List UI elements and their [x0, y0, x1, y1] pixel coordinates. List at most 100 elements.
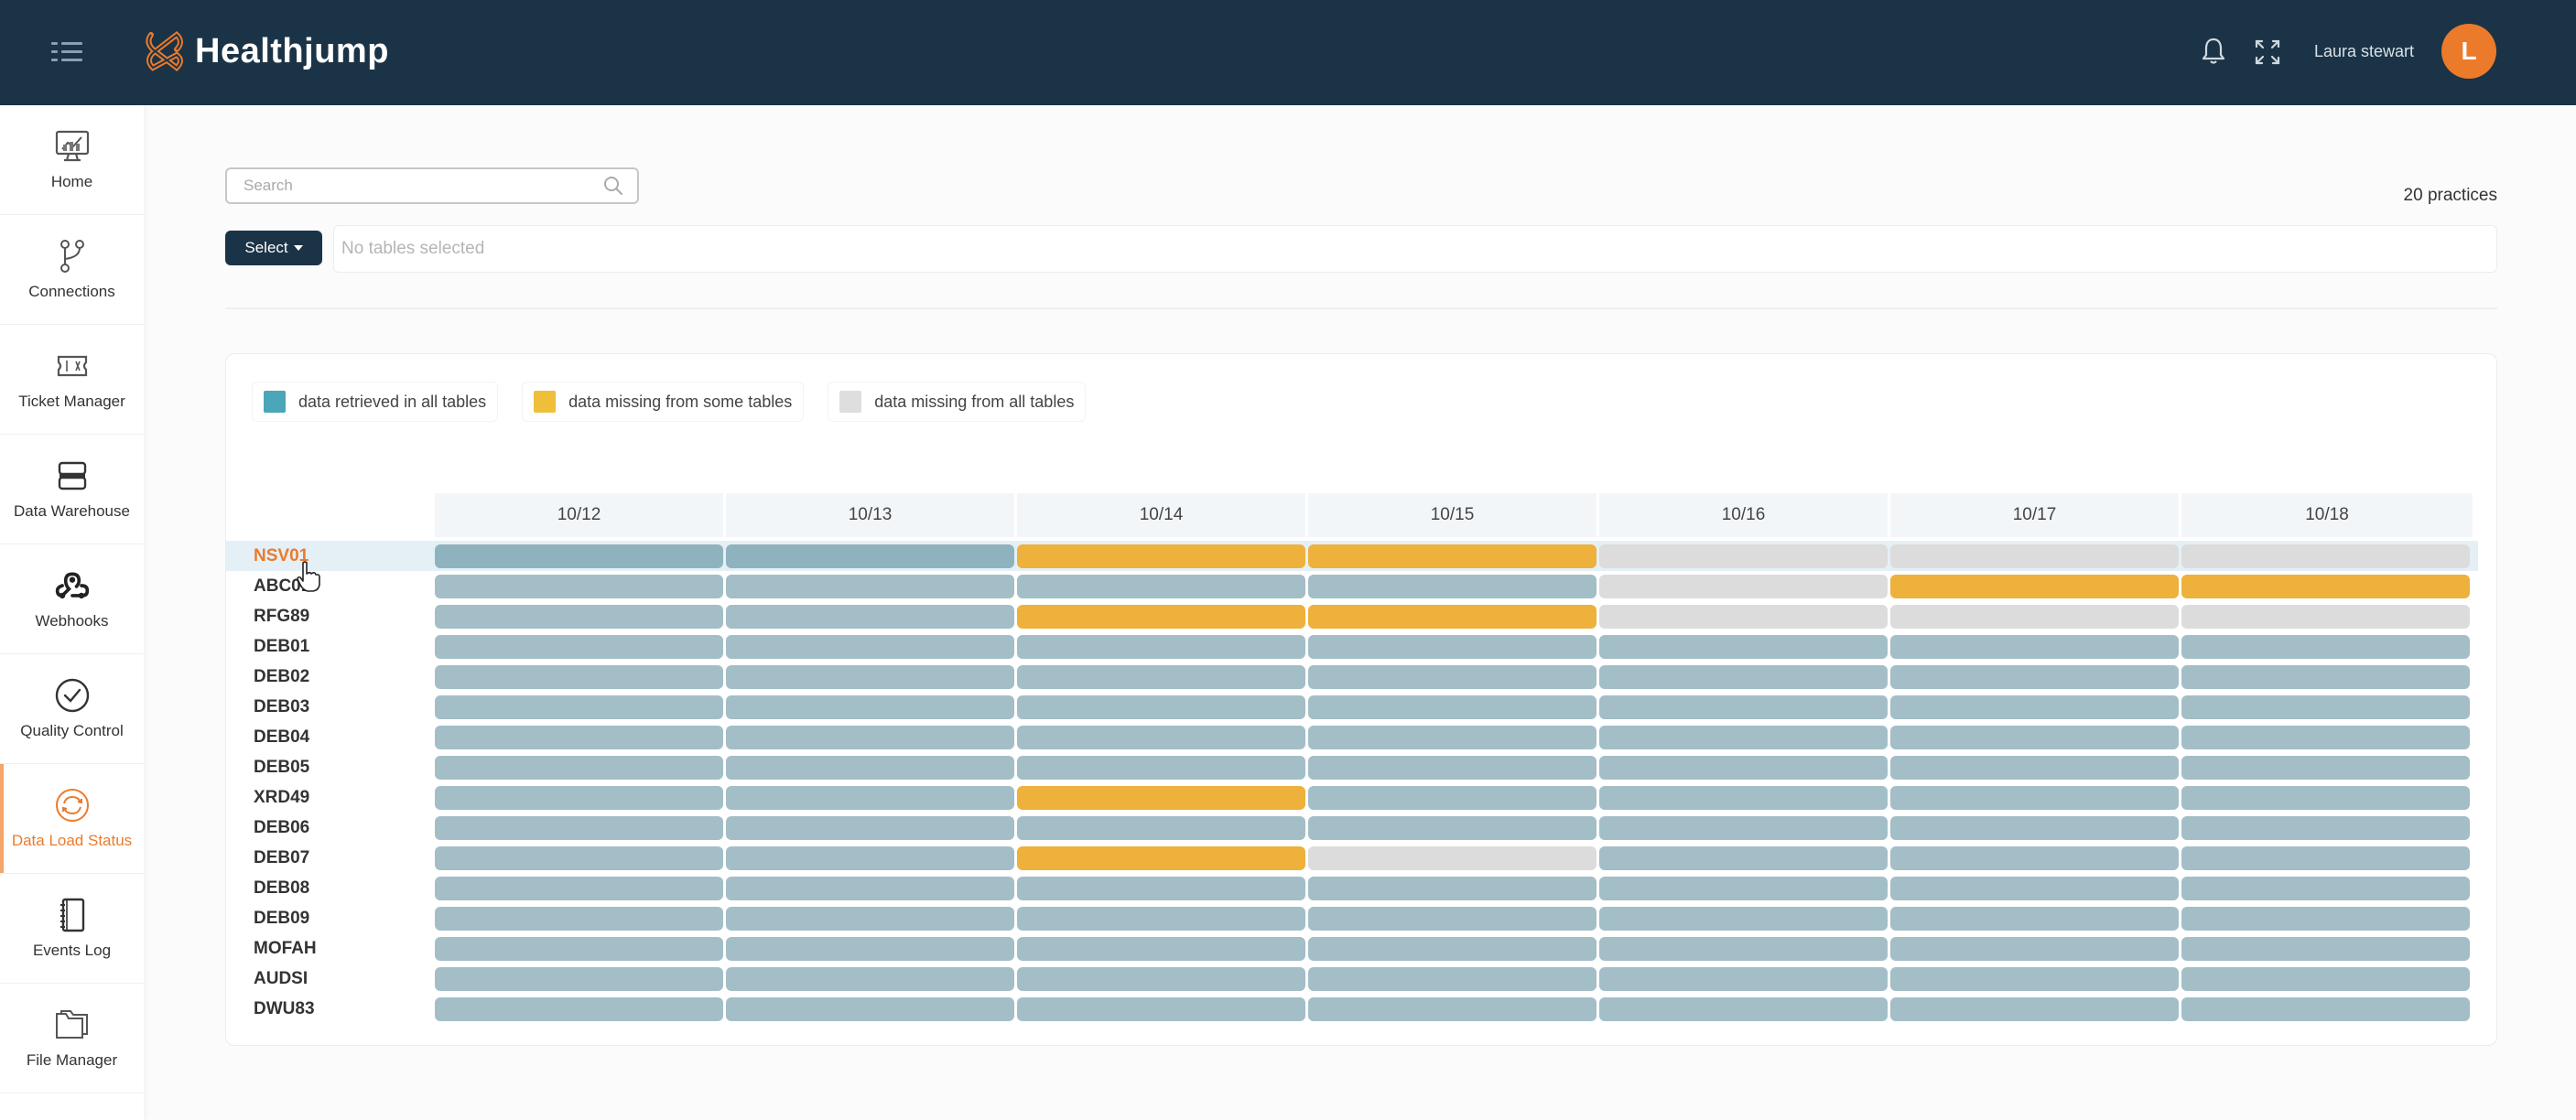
status-cell-ok[interactable] — [435, 815, 723, 840]
status-cell-ok[interactable] — [1890, 845, 2179, 870]
search-icon[interactable] — [602, 175, 624, 197]
selected-tables-field[interactable]: No tables selected — [333, 225, 2497, 273]
status-cell-none[interactable] — [1890, 604, 2179, 629]
status-cell-ok[interactable] — [2181, 876, 2470, 900]
status-cell-ok[interactable] — [1308, 574, 1596, 598]
status-cell-ok[interactable] — [1890, 996, 2179, 1021]
practice-row[interactable]: DWU83 — [226, 994, 2498, 1024]
practice-name[interactable]: AUDSI — [254, 969, 418, 989]
status-cell-ok[interactable] — [435, 906, 723, 931]
sidebar-item-data-load-status[interactable]: Data Load Status — [0, 764, 144, 874]
status-cell-ok[interactable] — [726, 725, 1014, 749]
practice-name[interactable]: DEB08 — [254, 878, 418, 899]
status-cell-ok[interactable] — [1599, 634, 1888, 659]
status-cell-ok[interactable] — [2181, 725, 2470, 749]
practice-row[interactable]: RFG89 — [226, 601, 2498, 631]
status-cell-ok[interactable] — [1308, 785, 1596, 810]
practice-name[interactable]: DEB04 — [254, 727, 418, 748]
status-cell-ok[interactable] — [1599, 785, 1888, 810]
status-cell-ok[interactable] — [1017, 695, 1305, 719]
expand-icon[interactable] — [2254, 38, 2281, 66]
menu-icon[interactable] — [51, 40, 82, 64]
status-cell-ok[interactable] — [435, 845, 723, 870]
status-cell-ok[interactable] — [1308, 634, 1596, 659]
status-cell-ok[interactable] — [1017, 936, 1305, 961]
status-cell-ok[interactable] — [726, 544, 1014, 568]
status-cell-ok[interactable] — [2181, 815, 2470, 840]
practice-name[interactable]: ABC01 — [254, 576, 418, 597]
practice-row[interactable]: NSV01 — [226, 541, 2498, 571]
status-cell-ok[interactable] — [726, 574, 1014, 598]
status-cell-ok[interactable] — [1890, 785, 2179, 810]
status-cell-ok[interactable] — [726, 966, 1014, 991]
status-cell-ok[interactable] — [2181, 755, 2470, 780]
status-cell-none[interactable] — [1599, 604, 1888, 629]
status-cell-ok[interactable] — [726, 845, 1014, 870]
practice-name[interactable]: MOFAH — [254, 939, 418, 959]
practice-name[interactable]: DEB07 — [254, 848, 418, 868]
status-cell-ok[interactable] — [2181, 936, 2470, 961]
user-name[interactable]: Laura stewart — [2314, 40, 2414, 62]
status-cell-none[interactable] — [1599, 574, 1888, 598]
sidebar-item-events-log[interactable]: Events Log — [0, 874, 144, 984]
status-cell-some[interactable] — [1017, 544, 1305, 568]
status-cell-ok[interactable] — [1017, 634, 1305, 659]
status-cell-ok[interactable] — [1017, 815, 1305, 840]
practice-row[interactable]: DEB09 — [226, 903, 2498, 933]
avatar[interactable]: L — [2441, 24, 2496, 79]
status-cell-ok[interactable] — [726, 755, 1014, 780]
sidebar-item-webhooks[interactable]: Webhooks — [0, 544, 144, 654]
status-cell-ok[interactable] — [1890, 755, 2179, 780]
status-cell-ok[interactable] — [2181, 996, 2470, 1021]
practice-row[interactable]: DEB03 — [226, 692, 2498, 722]
status-cell-ok[interactable] — [2181, 966, 2470, 991]
status-cell-ok[interactable] — [435, 785, 723, 810]
status-cell-ok[interactable] — [1308, 906, 1596, 931]
practice-row[interactable]: DEB08 — [226, 873, 2498, 903]
practice-row[interactable]: DEB02 — [226, 662, 2498, 692]
practice-row[interactable]: DEB07 — [226, 843, 2498, 873]
status-cell-ok[interactable] — [2181, 634, 2470, 659]
status-cell-ok[interactable] — [1599, 755, 1888, 780]
status-cell-ok[interactable] — [435, 695, 723, 719]
status-cell-none[interactable] — [2181, 544, 2470, 568]
status-cell-ok[interactable] — [1017, 725, 1305, 749]
practice-name[interactable]: DEB02 — [254, 667, 418, 687]
legend-item-missing-some[interactable]: data missing from some tables — [522, 382, 805, 422]
sidebar-item-file-manager[interactable]: File Manager — [0, 984, 144, 1093]
status-cell-ok[interactable] — [726, 785, 1014, 810]
practice-row[interactable]: DEB04 — [226, 722, 2498, 752]
practice-name[interactable]: RFG89 — [254, 607, 418, 627]
status-cell-ok[interactable] — [726, 876, 1014, 900]
status-cell-ok[interactable] — [1017, 966, 1305, 991]
status-cell-ok[interactable] — [1308, 936, 1596, 961]
status-cell-ok[interactable] — [1890, 906, 2179, 931]
status-cell-ok[interactable] — [1890, 634, 2179, 659]
status-cell-ok[interactable] — [1599, 996, 1888, 1021]
status-cell-ok[interactable] — [726, 906, 1014, 931]
status-cell-ok[interactable] — [1599, 966, 1888, 991]
status-cell-ok[interactable] — [435, 604, 723, 629]
status-cell-ok[interactable] — [1017, 906, 1305, 931]
status-cell-ok[interactable] — [1017, 876, 1305, 900]
status-cell-ok[interactable] — [435, 664, 723, 689]
status-cell-some[interactable] — [1890, 574, 2179, 598]
status-cell-ok[interactable] — [1599, 815, 1888, 840]
practice-row[interactable]: DEB01 — [226, 631, 2498, 662]
status-cell-ok[interactable] — [1308, 966, 1596, 991]
status-cell-ok[interactable] — [1599, 906, 1888, 931]
status-cell-ok[interactable] — [2181, 664, 2470, 689]
practice-name[interactable]: DEB03 — [254, 697, 418, 717]
status-cell-ok[interactable] — [1308, 695, 1596, 719]
bell-icon[interactable] — [2201, 37, 2226, 66]
status-cell-ok[interactable] — [2181, 906, 2470, 931]
status-cell-ok[interactable] — [1308, 876, 1596, 900]
practice-name[interactable]: NSV01 — [254, 546, 418, 566]
status-cell-ok[interactable] — [435, 936, 723, 961]
legend-item-missing-all[interactable]: data missing from all tables — [828, 382, 1087, 422]
status-cell-ok[interactable] — [1017, 574, 1305, 598]
status-cell-ok[interactable] — [1308, 725, 1596, 749]
status-cell-ok[interactable] — [1599, 725, 1888, 749]
status-cell-ok[interactable] — [1017, 755, 1305, 780]
status-cell-ok[interactable] — [435, 725, 723, 749]
